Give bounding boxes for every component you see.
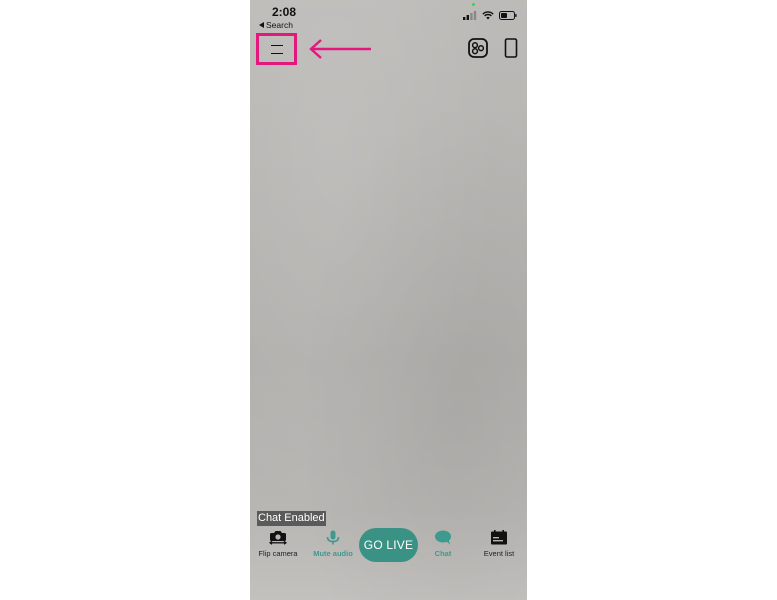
flip-camera-label: Flip camera (258, 549, 298, 558)
phone-orientation-icon[interactable] (504, 38, 518, 58)
chat-button[interactable]: Chat (415, 530, 471, 558)
mute-audio-label: Mute audio (313, 549, 353, 558)
event-list-label: Event list (483, 549, 515, 558)
menu-icon (270, 44, 283, 54)
bottom-control-bar: Flip camera Mute audio GO LIVE Chat Even… (250, 524, 527, 568)
filter-icon[interactable] (468, 38, 488, 58)
annotation-arrow-icon (309, 39, 371, 59)
microphone-icon (326, 530, 340, 545)
go-live-button[interactable]: GO LIVE (359, 528, 418, 562)
battery-icon (499, 11, 517, 20)
phone-screen: 2:08 Search Chat Enabled Flip camera Mut… (250, 0, 527, 600)
back-arrow-icon (259, 22, 264, 28)
wifi-icon (482, 11, 494, 20)
mute-audio-button[interactable]: Mute audio (305, 530, 361, 558)
menu-button[interactable] (256, 33, 297, 65)
calendar-icon (491, 530, 507, 545)
back-to-search-link[interactable]: Search (259, 20, 293, 30)
status-time: 2:08 (272, 5, 297, 19)
signal-icon (463, 11, 477, 20)
status-icons (463, 11, 517, 20)
event-list-button[interactable]: Event list (471, 530, 527, 558)
camera-in-use-indicator (472, 3, 475, 6)
flip-camera-icon (269, 531, 287, 545)
chat-label: Chat (434, 549, 452, 558)
flip-camera-button[interactable]: Flip camera (250, 530, 306, 558)
chat-bubble-icon (435, 530, 451, 545)
camera-preview (250, 0, 527, 600)
back-label: Search (266, 20, 293, 30)
